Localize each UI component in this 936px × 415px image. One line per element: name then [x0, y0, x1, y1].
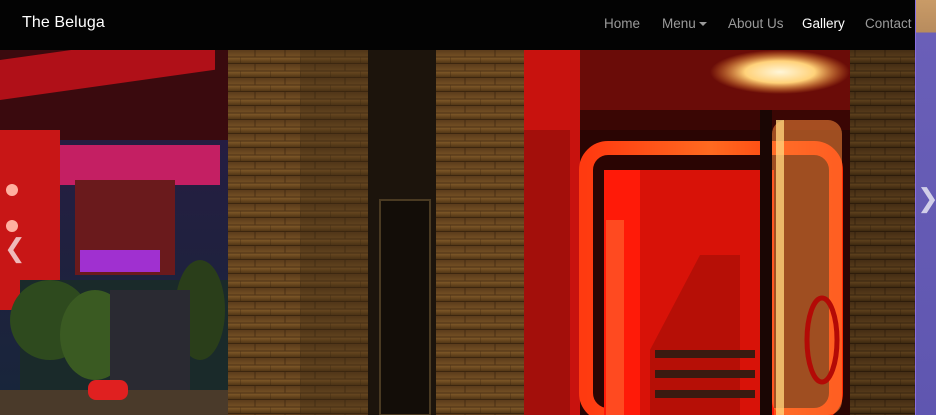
brand-link[interactable]: The Beluga	[22, 14, 105, 32]
nav-contact[interactable]: Contact	[865, 16, 912, 31]
caret-down-icon	[698, 22, 707, 26]
gallery-carousel: ❮ ❯	[0, 50, 936, 415]
nav-gallery[interactable]: Gallery	[802, 16, 845, 31]
nav-menu-label: Menu	[662, 16, 696, 31]
navbar: The Beluga Home Menu About Us Gallery Co…	[0, 0, 915, 50]
nav-menu-dropdown[interactable]: Menu	[662, 16, 707, 31]
chevron-left-icon: ❮	[4, 233, 26, 263]
nav-home[interactable]: Home	[604, 16, 640, 31]
nav-about-us[interactable]: About Us	[728, 16, 784, 31]
carousel-prev-control[interactable]: ❮	[4, 235, 26, 261]
carousel-slide-image	[0, 50, 915, 415]
